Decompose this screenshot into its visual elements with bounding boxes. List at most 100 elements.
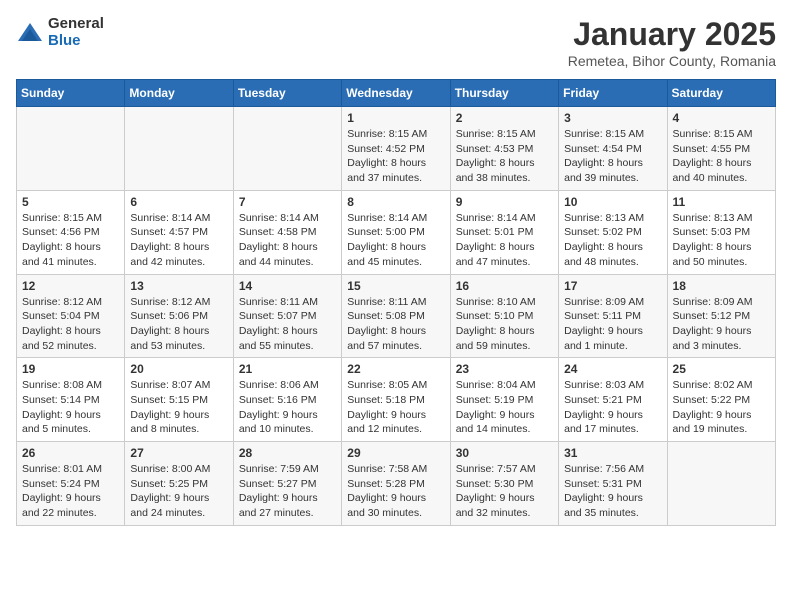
weekday-header-friday: Friday — [559, 80, 667, 107]
logo-general-text: General — [48, 16, 104, 33]
calendar-cell: 18Sunrise: 8:09 AM Sunset: 5:12 PM Dayli… — [667, 274, 775, 358]
day-number: 26 — [22, 446, 119, 460]
day-info: Sunrise: 8:15 AM Sunset: 4:53 PM Dayligh… — [456, 127, 553, 186]
day-info: Sunrise: 8:10 AM Sunset: 5:10 PM Dayligh… — [456, 295, 553, 354]
calendar-cell — [233, 107, 341, 191]
week-row-3: 19 Sunrise: 8:08 AM Sunset: 5:14 PM Dayli… — [17, 358, 776, 442]
day-number: 23 — [456, 362, 553, 376]
calendar-cell: 29 Sunrise: 7:58 AM Sunset: 5:28 PM Dayli… — [342, 442, 450, 526]
day-number: 27 — [130, 446, 227, 460]
calendar-cell: 11 Sunrise: 8:13 AM Sunset: 5:03 PM Dayli… — [667, 190, 775, 274]
calendar-cell: 27 Sunrise: 8:00 AM Sunset: 5:25 PM Dayli… — [125, 442, 233, 526]
day-number: 9 — [456, 195, 553, 209]
day-number: 18 — [673, 279, 770, 293]
calendar-cell: 21 Sunrise: 8:06 AM Sunset: 5:16 PM Dayli… — [233, 358, 341, 442]
calendar-cell: 15Sunrise: 8:11 AM Sunset: 5:08 PM Dayli… — [342, 274, 450, 358]
day-info: Sunrise: 7:56 AM Sunset: 5:31 PM Dayligh… — [564, 462, 661, 521]
day-info: Sunrise: 8:15 AM Sunset: 4:52 PM Dayligh… — [347, 127, 444, 186]
day-number: 7 — [239, 195, 336, 209]
weekday-header-monday: Monday — [125, 80, 233, 107]
title-block: January 2025 Remetea, Bihor County, Roma… — [568, 16, 776, 69]
day-info: Sunrise: 8:01 AM Sunset: 5:24 PM Dayligh… — [22, 462, 119, 521]
day-number: 29 — [347, 446, 444, 460]
calendar-cell: 16 Sunrise: 8:10 AM Sunset: 5:10 PM Dayli… — [450, 274, 558, 358]
day-info: Sunrise: 8:09 AM Sunset: 5:11 PM Dayligh… — [564, 295, 661, 354]
day-number: 30 — [456, 446, 553, 460]
weekday-header-wednesday: Wednesday — [342, 80, 450, 107]
day-number: 2 — [456, 111, 553, 125]
day-number: 6 — [130, 195, 227, 209]
day-number: 24 — [564, 362, 661, 376]
weekday-header-row: SundayMondayTuesdayWednesdayThursdayFrid… — [17, 80, 776, 107]
logo-icon — [16, 19, 44, 47]
day-info: Sunrise: 7:57 AM Sunset: 5:30 PM Dayligh… — [456, 462, 553, 521]
calendar-subtitle: Remetea, Bihor County, Romania — [568, 53, 776, 69]
weekday-header-saturday: Saturday — [667, 80, 775, 107]
logo-blue-text: Blue — [48, 33, 104, 50]
day-info: Sunrise: 7:58 AM Sunset: 5:28 PM Dayligh… — [347, 462, 444, 521]
weekday-header-sunday: Sunday — [17, 80, 125, 107]
day-number: 28 — [239, 446, 336, 460]
day-info: Sunrise: 8:00 AM Sunset: 5:25 PM Dayligh… — [130, 462, 227, 521]
day-number: 4 — [673, 111, 770, 125]
day-info: Sunrise: 8:11 AM Sunset: 5:07 PM Dayligh… — [239, 295, 336, 354]
calendar-header: SundayMondayTuesdayWednesdayThursdayFrid… — [17, 80, 776, 107]
day-number: 13 — [130, 279, 227, 293]
day-info: Sunrise: 8:04 AM Sunset: 5:19 PM Dayligh… — [456, 378, 553, 437]
day-number: 10 — [564, 195, 661, 209]
calendar-cell: 24 Sunrise: 8:03 AM Sunset: 5:21 PM Dayli… — [559, 358, 667, 442]
day-info: Sunrise: 8:13 AM Sunset: 5:03 PM Dayligh… — [673, 211, 770, 270]
day-info: Sunrise: 8:15 AM Sunset: 4:56 PM Dayligh… — [22, 211, 119, 270]
day-number: 14 — [239, 279, 336, 293]
day-number: 8 — [347, 195, 444, 209]
day-info: Sunrise: 8:12 AM Sunset: 5:06 PM Dayligh… — [130, 295, 227, 354]
calendar-cell: 4 Sunrise: 8:15 AM Sunset: 4:55 PM Daylig… — [667, 107, 775, 191]
day-info: Sunrise: 8:02 AM Sunset: 5:22 PM Dayligh… — [673, 378, 770, 437]
day-info: Sunrise: 8:12 AM Sunset: 5:04 PM Dayligh… — [22, 295, 119, 354]
calendar-cell: 30 Sunrise: 7:57 AM Sunset: 5:30 PM Dayli… — [450, 442, 558, 526]
week-row-4: 26 Sunrise: 8:01 AM Sunset: 5:24 PM Dayli… — [17, 442, 776, 526]
calendar-cell: 3 Sunrise: 8:15 AM Sunset: 4:54 PM Daylig… — [559, 107, 667, 191]
calendar-cell: 26 Sunrise: 8:01 AM Sunset: 5:24 PM Dayli… — [17, 442, 125, 526]
calendar-cell: 19 Sunrise: 8:08 AM Sunset: 5:14 PM Dayli… — [17, 358, 125, 442]
week-row-2: 12 Sunrise: 8:12 AM Sunset: 5:04 PM Dayli… — [17, 274, 776, 358]
day-info: Sunrise: 8:15 AM Sunset: 4:54 PM Dayligh… — [564, 127, 661, 186]
day-number: 16 — [456, 279, 553, 293]
calendar-cell: 1 Sunrise: 8:15 AM Sunset: 4:52 PM Daylig… — [342, 107, 450, 191]
calendar-table: SundayMondayTuesdayWednesdayThursdayFrid… — [16, 79, 776, 526]
day-info: Sunrise: 8:03 AM Sunset: 5:21 PM Dayligh… — [564, 378, 661, 437]
day-number: 3 — [564, 111, 661, 125]
day-number: 17 — [564, 279, 661, 293]
calendar-cell: 14 Sunrise: 8:11 AM Sunset: 5:07 PM Dayli… — [233, 274, 341, 358]
calendar-cell: 10 Sunrise: 8:13 AM Sunset: 5:02 PM Dayli… — [559, 190, 667, 274]
day-number: 12 — [22, 279, 119, 293]
calendar-cell: 28Sunrise: 7:59 AM Sunset: 5:27 PM Dayli… — [233, 442, 341, 526]
calendar-cell: 20 Sunrise: 8:07 AM Sunset: 5:15 PM Dayli… — [125, 358, 233, 442]
day-info: Sunrise: 8:08 AM Sunset: 5:14 PM Dayligh… — [22, 378, 119, 437]
day-number: 1 — [347, 111, 444, 125]
calendar-cell: 22Sunrise: 8:05 AM Sunset: 5:18 PM Dayli… — [342, 358, 450, 442]
calendar-cell: 6 Sunrise: 8:14 AM Sunset: 4:57 PM Daylig… — [125, 190, 233, 274]
calendar-cell: 8Sunrise: 8:14 AM Sunset: 5:00 PM Daylig… — [342, 190, 450, 274]
day-number: 20 — [130, 362, 227, 376]
day-info: Sunrise: 8:15 AM Sunset: 4:55 PM Dayligh… — [673, 127, 770, 186]
day-info: Sunrise: 8:14 AM Sunset: 4:57 PM Dayligh… — [130, 211, 227, 270]
weekday-header-thursday: Thursday — [450, 80, 558, 107]
day-number: 19 — [22, 362, 119, 376]
day-number: 11 — [673, 195, 770, 209]
calendar-cell: 7Sunrise: 8:14 AM Sunset: 4:58 PM Daylig… — [233, 190, 341, 274]
day-info: Sunrise: 8:06 AM Sunset: 5:16 PM Dayligh… — [239, 378, 336, 437]
day-info: Sunrise: 8:11 AM Sunset: 5:08 PM Dayligh… — [347, 295, 444, 354]
day-number: 31 — [564, 446, 661, 460]
calendar-cell: 5 Sunrise: 8:15 AM Sunset: 4:56 PM Daylig… — [17, 190, 125, 274]
day-info: Sunrise: 8:07 AM Sunset: 5:15 PM Dayligh… — [130, 378, 227, 437]
day-number: 5 — [22, 195, 119, 209]
day-number: 21 — [239, 362, 336, 376]
calendar-cell: 25Sunrise: 8:02 AM Sunset: 5:22 PM Dayli… — [667, 358, 775, 442]
calendar-cell: 12 Sunrise: 8:12 AM Sunset: 5:04 PM Dayli… — [17, 274, 125, 358]
day-info: Sunrise: 8:05 AM Sunset: 5:18 PM Dayligh… — [347, 378, 444, 437]
calendar-cell — [125, 107, 233, 191]
day-info: Sunrise: 8:13 AM Sunset: 5:02 PM Dayligh… — [564, 211, 661, 270]
calendar-cell — [17, 107, 125, 191]
logo-text: General Blue — [48, 16, 104, 49]
